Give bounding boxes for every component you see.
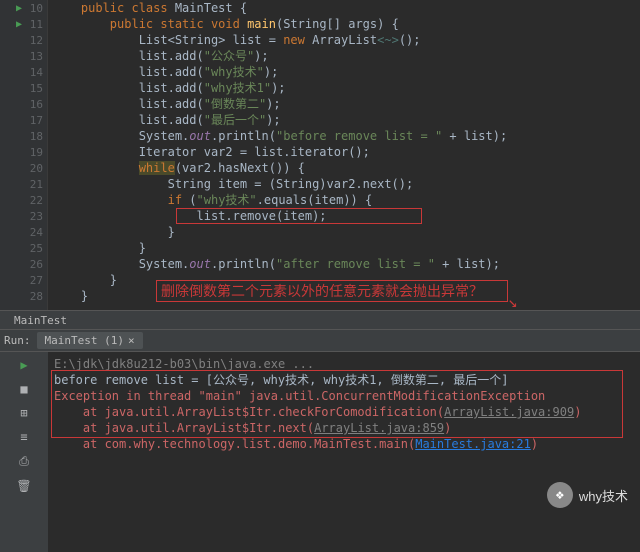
- run-panel-header: Run: MainTest (1) ×: [0, 330, 640, 352]
- stack-link-1[interactable]: ArrayList.java:909: [444, 405, 574, 419]
- run-tab[interactable]: MainTest (1) ×: [37, 332, 143, 349]
- line-number: 24: [0, 224, 47, 240]
- line-number: 15: [0, 80, 47, 96]
- editor-tab-bar: MainTest: [0, 310, 640, 329]
- line-number: 21: [0, 176, 47, 192]
- delete-icon[interactable]: 🗑: [16, 479, 31, 493]
- line-number: 17: [0, 112, 47, 128]
- run-panel: Run: MainTest (1) × ▶ ■ ⊞ ≡ ⎙ 🗑 E:\jdk\j…: [0, 329, 640, 552]
- code-line[interactable]: String item = (String)var2.next();: [52, 176, 640, 192]
- line-number: 16: [0, 96, 47, 112]
- run-tab-label: MainTest (1): [45, 334, 124, 347]
- code-line[interactable]: System.out.println("after remove list = …: [52, 256, 640, 272]
- code-line[interactable]: System.out.println("before remove list =…: [52, 128, 640, 144]
- layout-icon[interactable]: ⊞: [20, 406, 27, 420]
- line-number: 28: [0, 288, 47, 304]
- line-number: 10▶: [0, 0, 47, 16]
- close-icon[interactable]: ×: [128, 334, 135, 347]
- code-area[interactable]: public class MainTest { public static vo…: [48, 0, 640, 310]
- console-stdout: before remove list = [公众号, why技术, why技术1…: [54, 372, 634, 388]
- run-gutter-icon[interactable]: ▶: [16, 3, 22, 14]
- line-number: 18: [0, 128, 47, 144]
- line-number: 13: [0, 48, 47, 64]
- console-stack-3: at com.why.technology.list.demo.MainTest…: [54, 436, 634, 452]
- annotation-callout: 删除倒数第二个元素以外的任意元素就会抛出异常？: [156, 280, 508, 302]
- code-line[interactable]: Iterator var2 = list.iterator();: [52, 144, 640, 160]
- rerun-icon[interactable]: ▶: [20, 358, 27, 372]
- code-line[interactable]: list.add("最后一个");: [52, 112, 640, 128]
- code-line[interactable]: list.add("why技术1");: [52, 80, 640, 96]
- code-line[interactable]: while(var2.hasNext()) {: [52, 160, 640, 176]
- line-gutter: 10▶11▶1213141516171819202122232425262728: [0, 0, 48, 310]
- code-line[interactable]: public static void main(String[] args) {: [52, 16, 640, 32]
- stack-link-2[interactable]: ArrayList.java:859: [314, 421, 444, 435]
- line-number: 25: [0, 240, 47, 256]
- stack-link-3[interactable]: MainTest.java:21: [415, 437, 531, 451]
- editor-tab-maintest[interactable]: MainTest: [6, 314, 75, 327]
- console-stack-1: at java.util.ArrayList$Itr.checkForComod…: [54, 404, 634, 420]
- wechat-icon: ❖: [547, 482, 573, 508]
- print-icon[interactable]: ⎙: [19, 454, 29, 469]
- code-line[interactable]: }: [52, 240, 640, 256]
- run-body: ▶ ■ ⊞ ≡ ⎙ 🗑 E:\jdk\jdk8u212-b03\bin\java…: [0, 352, 640, 552]
- line-number: 27: [0, 272, 47, 288]
- watermark-text: why技术: [579, 486, 628, 505]
- editor-area: 10▶11▶1213141516171819202122232425262728…: [0, 0, 640, 310]
- line-number: 26: [0, 256, 47, 272]
- line-number: 23: [0, 208, 47, 224]
- code-line[interactable]: if ("why技术".equals(item)) {: [52, 192, 640, 208]
- code-line[interactable]: list.add("why技术");: [52, 64, 640, 80]
- run-label: Run:: [4, 334, 31, 347]
- line-number: 12: [0, 32, 47, 48]
- line-number: 11▶: [0, 16, 47, 32]
- console-output[interactable]: E:\jdk\jdk8u212-b03\bin\java.exe ... bef…: [48, 352, 640, 552]
- code-line[interactable]: list.remove(item);: [52, 208, 640, 224]
- line-number: 14: [0, 64, 47, 80]
- line-number: 20: [0, 160, 47, 176]
- run-gutter-icon[interactable]: ▶: [16, 19, 22, 30]
- line-number: 22: [0, 192, 47, 208]
- watermark: ❖ why技术: [547, 482, 628, 508]
- console-exception: Exception in thread "main" java.util.Con…: [54, 388, 634, 404]
- run-toolbar: ▶ ■ ⊞ ≡ ⎙ 🗑: [0, 352, 48, 552]
- code-line[interactable]: List<String> list = new ArrayList<~>();: [52, 32, 640, 48]
- console-cmd: E:\jdk\jdk8u212-b03\bin\java.exe ...: [54, 356, 634, 372]
- line-number: 19: [0, 144, 47, 160]
- code-line[interactable]: }: [52, 224, 640, 240]
- code-line[interactable]: public class MainTest {: [52, 0, 640, 16]
- console-stack-2: at java.util.ArrayList$Itr.next(ArrayLis…: [54, 420, 634, 436]
- code-line[interactable]: list.add("公众号");: [52, 48, 640, 64]
- code-line[interactable]: list.add("倒数第二");: [52, 96, 640, 112]
- filter-icon[interactable]: ≡: [20, 430, 27, 444]
- stop-icon[interactable]: ■: [20, 382, 27, 396]
